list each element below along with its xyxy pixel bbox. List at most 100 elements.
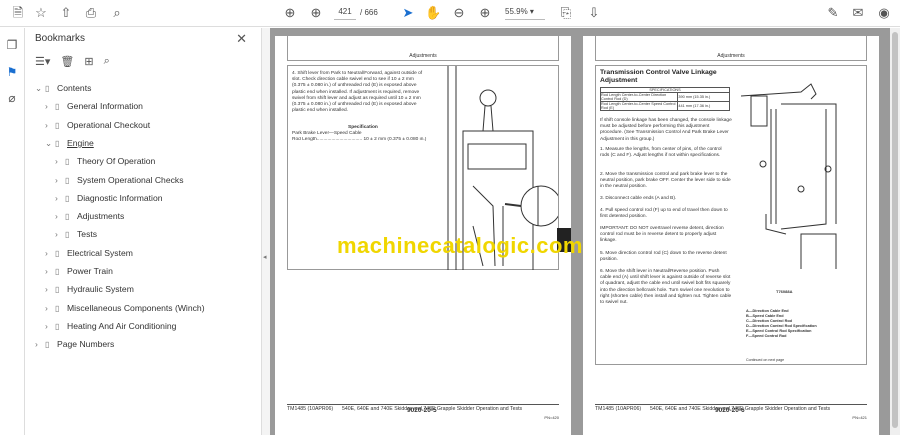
chevron-right-icon[interactable]: › [45,120,55,130]
options-menu-icon[interactable]: ☰▾ [35,55,50,68]
bookmark-label: Theory Of Operation [77,156,156,167]
account-icon[interactable]: ◉ [876,5,892,21]
zoom-select[interactable]: 55.9% ▾ [505,7,545,20]
intro-text: If shift console linkage has been change… [600,118,732,142]
chevron-down-icon[interactable]: ⌄ [45,138,55,149]
bookmark-icon: ▯ [55,285,60,295]
zoom-value: 55.9% [505,7,528,16]
print-icon[interactable]: ⎙ [83,5,99,21]
scrollbar-thumb[interactable] [892,32,898,428]
page-header: Adjustments [595,36,867,61]
bookmark-star-icon[interactable]: ☆ [33,5,49,21]
chevron-right-icon[interactable]: › [35,339,45,349]
delete-icon[interactable]: 🗑 [60,55,74,68]
bookmark-item[interactable]: › ▯ Operational Checkout [45,120,150,130]
footer-page-code: 9020-20-6 [715,407,745,414]
zoom-out-icon[interactable]: ⊖ [451,5,467,21]
bookmark-item[interactable]: › ▯ Hydraulic System [45,284,134,294]
bookmark-icon: ▯ [65,212,70,222]
collapse-panel-button[interactable]: ◂ [262,28,270,435]
linkage-illustration [741,83,837,269]
bookmarks-panel: Bookmarks ✕ ☰▾ 🗑 ⊞ ⌕ ⌄ ▯ Contents › ▯ General… [25,28,262,435]
bookmark-item[interactable]: › ▯ Adjustments [55,211,124,221]
chevron-right-icon[interactable]: › [55,156,65,166]
bookmark-label: Electrical System [67,247,133,258]
page-footer: TM1485 (10APR06) 540E, 640E and 740E Ski… [287,404,559,420]
new-bookmark-icon[interactable]: ⊞ [84,55,93,68]
spec-cell: Rod Length Center-to-Center Direction Co… [599,92,679,102]
sign-icon[interactable]: ✎ [825,5,841,21]
chevron-right-icon[interactable]: › [55,211,65,221]
save-icon[interactable]: 🗎 [10,5,26,21]
bookmark-label: Heating And Air Conditioning [67,320,177,331]
vertical-scrollbar[interactable] [890,28,900,435]
bookmark-item[interactable]: ⌄ ▯ Engine [45,138,94,149]
bookmark-item[interactable]: › ▯ Miscellaneous Components (Winch) [45,303,205,313]
attachments-icon[interactable]: ⌀ [5,91,19,105]
chevron-right-icon[interactable]: › [45,321,55,331]
bookmark-item[interactable]: › ▯ Page Numbers [35,339,114,349]
page-footer: TM1485 (10APR06) 540E, 640E and 740E Ski… [595,404,867,420]
bookmark-label: Contents [57,83,92,93]
step-text: 1. Measure the lengths, from center of p… [600,147,722,159]
bookmark-item[interactable]: › ▯ Heating And Air Conditioning [45,321,176,331]
bookmark-item[interactable]: ⌄ ▯ Contents [35,83,91,94]
footer-pn: PN=420 [544,415,559,420]
step-text: 5. Move direction control rod (C) down t… [600,251,727,263]
bookmark-label: Adjustments [77,211,125,222]
bookmark-icon: ▯ [65,193,70,203]
chevron-right-icon[interactable]: › [45,101,55,111]
step-text: 4. Shift lever from Park to Neutral/Forw… [292,71,423,114]
bookmark-item[interactable]: › ▯ Diagnostic Information [55,193,163,203]
important-note: IMPORTANT: DO NOT overtravel reverse det… [600,226,724,244]
bookmark-item[interactable]: › ▯ Tests [55,229,97,239]
chevron-right-icon[interactable]: › [55,193,65,203]
section-title: Transmission Control Valve Linkage Adjus… [600,69,717,84]
chevron-right-icon[interactable]: › [45,266,55,276]
find-bookmark-icon[interactable]: ⌕ [104,55,110,68]
bookmarks-icon[interactable]: ⚑ [5,65,19,79]
chevron-right-icon[interactable]: › [55,175,65,185]
upload-cloud-icon[interactable]: ⇧ [58,5,74,21]
zoom-in-icon[interactable]: ⊕ [477,5,493,21]
select-cursor-icon[interactable]: ➤ [400,5,416,21]
previous-page-icon[interactable]: ⊕ [282,5,298,21]
bookmark-item[interactable]: › ▯ Power Train [45,266,113,276]
bookmark-item[interactable]: › ▯ General Information [45,101,143,111]
step-text: 3. Disconnect cable ends (A and B). [600,196,677,201]
bookmark-icon: ▯ [45,340,50,350]
page-total: / 666 [360,8,378,17]
bookmark-item[interactable]: › ▯ Electrical System [45,248,133,258]
scroll-mode-icon[interactable]: ⇩ [586,5,602,21]
bookmark-label: Power Train [67,266,113,276]
bookmark-label: Hydraulic System [67,284,134,295]
page-fit-icon[interactable]: ⎘ [558,5,574,21]
bookmark-icon: ▯ [55,303,60,313]
bookmark-item[interactable]: › ▯ Theory Of Operation [55,156,155,166]
bookmark-label: Tests [77,229,98,240]
chevron-right-icon[interactable]: › [55,229,65,239]
bookmark-item[interactable]: › ▯ System Operational Checks [55,175,184,185]
bookmark-label: Operational Checkout [67,119,151,130]
bookmarks-title: Bookmarks [35,33,86,44]
footer-manual-id: TM1485 (10APR06) [287,406,334,412]
chevron-right-icon[interactable]: › [45,303,55,313]
search-icon[interactable]: ⌕ [109,5,125,21]
bookmark-icon: ▯ [55,321,60,331]
step-text: 2. Move the transmission control and par… [600,172,731,190]
chevron-right-icon[interactable]: › [45,284,55,294]
page-number-input[interactable]: 421 [334,7,356,20]
pages-icon[interactable]: ❐ [5,38,19,52]
spec-line: Rod Length..............................… [292,137,427,142]
figure-label: T76088A [776,289,793,294]
spec-cell: 390 mm (15.35 in.) [677,92,730,102]
content-box: Transmission Control Valve Linkage Adjus… [595,65,867,365]
chevron-right-icon[interactable]: › [45,248,55,258]
hand-tool-icon[interactable]: ✋ [425,5,441,21]
chevron-down-icon[interactable]: ⌄ [35,83,45,94]
email-icon[interactable]: ✉ [850,5,866,21]
next-page-icon[interactable]: ⊕ [308,5,324,21]
step-text: 6. Move the shift lever in Neutral/Rever… [600,269,732,306]
spec-cell: 441 mm (17.36 in.) [677,101,730,111]
close-icon[interactable]: ✕ [236,31,247,47]
